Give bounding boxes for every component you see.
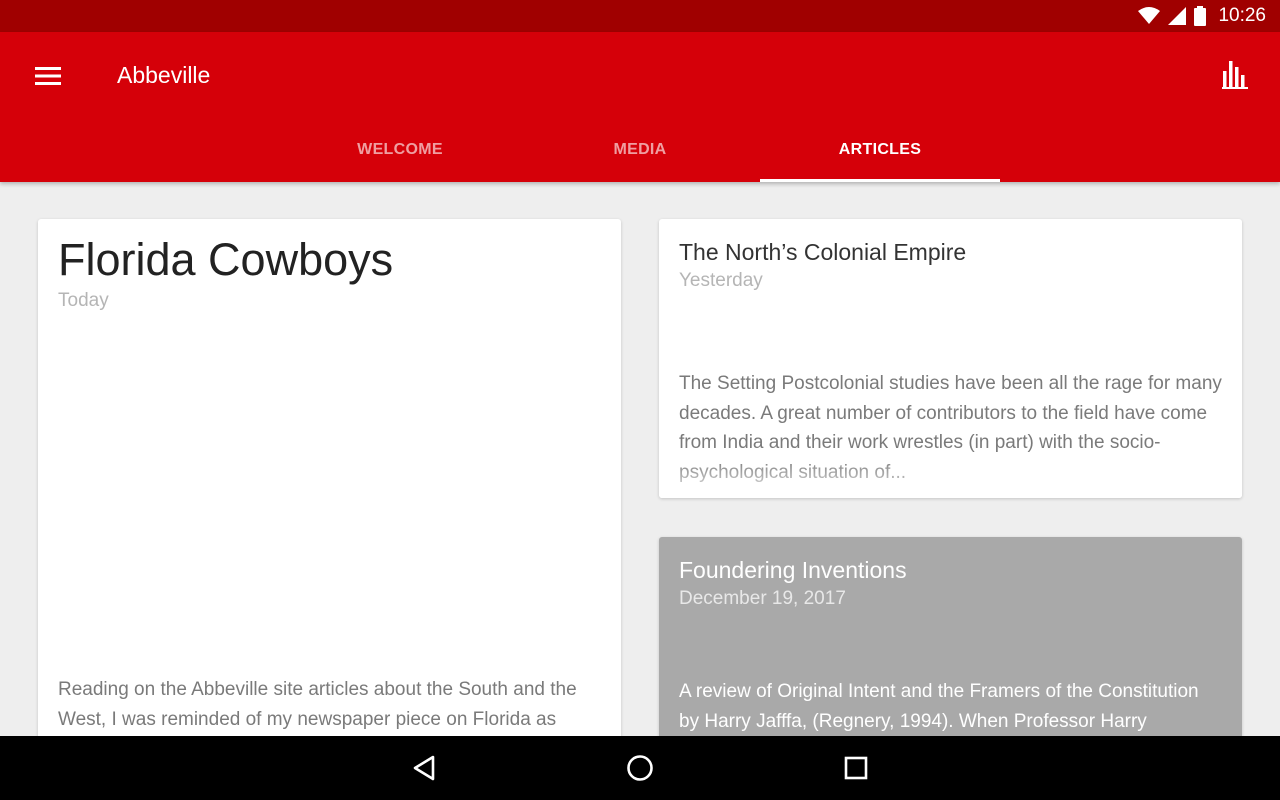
system-nav-bar bbox=[0, 736, 1280, 800]
battery-icon bbox=[1194, 6, 1207, 26]
article-card[interactable]: Florida Cowboys Today Reading on the Abb… bbox=[38, 219, 621, 736]
back-icon[interactable] bbox=[394, 738, 454, 798]
article-card[interactable]: The North’s Colonial Empire Yesterday Th… bbox=[659, 219, 1242, 498]
bar-chart-icon[interactable] bbox=[1218, 58, 1252, 92]
article-title: Florida Cowboys bbox=[58, 234, 394, 285]
article-title: The North’s Colonial Empire bbox=[679, 239, 967, 265]
tab-bar: WELCOME MEDIA ARTICLES bbox=[280, 118, 1000, 182]
app-bar: Abbeville WELCOME MEDIA ARTICLES bbox=[0, 32, 1280, 182]
app-title: Abbeville bbox=[117, 62, 211, 88]
hamburger-menu-icon[interactable] bbox=[30, 60, 66, 92]
article-date: Today bbox=[58, 290, 109, 311]
home-icon[interactable] bbox=[610, 738, 670, 798]
article-date: December 19, 2017 bbox=[679, 588, 846, 609]
wifi-icon bbox=[1138, 7, 1161, 25]
status-clock: 10:26 bbox=[1218, 5, 1266, 26]
status-bar: 10:26 bbox=[0, 0, 1280, 32]
tab-welcome[interactable]: WELCOME bbox=[280, 118, 520, 182]
article-excerpt: A review of Original Intent and the Fram… bbox=[679, 681, 1199, 732]
article-title: Foundering Inventions bbox=[679, 557, 907, 583]
excerpt-fade bbox=[659, 458, 1242, 498]
signal-icon bbox=[1168, 7, 1187, 25]
recents-icon[interactable] bbox=[826, 738, 886, 798]
article-excerpt: Reading on the Abbeville site articles a… bbox=[58, 679, 577, 730]
article-card[interactable]: Foundering Inventions December 19, 2017 … bbox=[659, 537, 1242, 736]
article-date: Yesterday bbox=[679, 270, 763, 291]
articles-list: Florida Cowboys Today Reading on the Abb… bbox=[0, 182, 1280, 736]
tab-media[interactable]: MEDIA bbox=[520, 118, 760, 182]
tab-articles[interactable]: ARTICLES bbox=[760, 118, 1000, 182]
